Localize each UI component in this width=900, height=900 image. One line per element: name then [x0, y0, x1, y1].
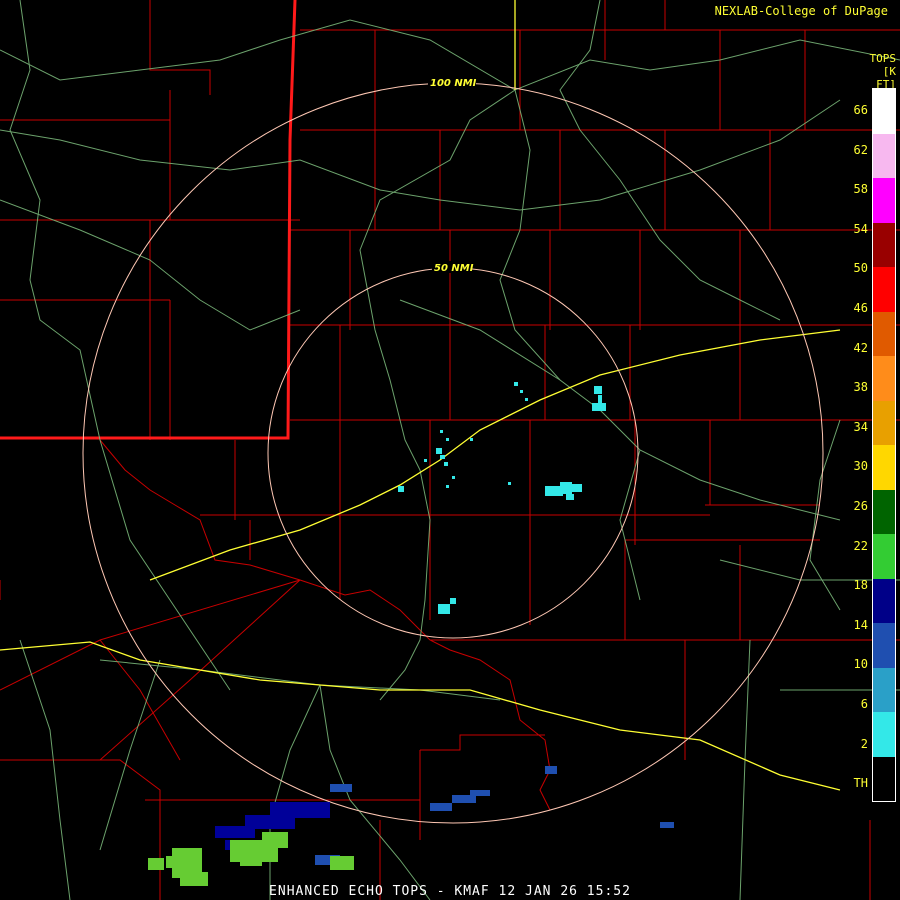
legend-color-bar [872, 88, 896, 802]
legend-swatch [873, 267, 895, 312]
legend-swatch [873, 400, 895, 445]
legend-tick-label: 14 [853, 617, 868, 632]
legend-swatch [873, 133, 895, 178]
product-title: ENHANCED ECHO TOPS - KMAF 12 JAN 26 15:5… [269, 884, 631, 899]
state-boundary [0, 0, 297, 440]
legend-swatch [873, 222, 895, 267]
legend-swatch [873, 311, 895, 356]
legend-tick-label: 46 [853, 301, 868, 315]
legend-tick-label: 10 [853, 657, 868, 672]
range-ring-100nmi-label: 100 NMI [430, 78, 477, 89]
legend-tick-label: TH [853, 776, 868, 791]
legend-tick-label: 30 [853, 459, 868, 474]
legend-tick-label: 38 [853, 380, 868, 395]
legend-tick-label: 50 [853, 261, 868, 276]
range-ring-50nmi [267, 267, 639, 639]
legend-tick-label: 6 [860, 697, 868, 711]
legend-swatch [873, 489, 895, 534]
radar-map: 100 NMI 50 NMI [0, 0, 900, 900]
legend-tick-label: 66 [853, 103, 868, 117]
legend-tick-label: 62 [853, 142, 868, 157]
legend-swatch [873, 178, 895, 223]
legend-swatch [873, 578, 895, 623]
legend-tick-label: 58 [853, 182, 868, 197]
legend-title-line1: TOPS [869, 52, 897, 65]
legend-swatch [873, 356, 895, 401]
echo-returns-blue [315, 766, 674, 865]
legend-tick-label: 34 [853, 419, 868, 434]
legend-swatch [873, 623, 895, 668]
legend-title: TOPS [K FT] [862, 52, 897, 91]
legend-tick-label: 22 [853, 538, 868, 553]
legend-swatch [873, 667, 895, 712]
legend-swatch [873, 712, 895, 757]
legend-swatch [873, 89, 895, 134]
county-boundaries [0, 0, 900, 900]
highways [0, 0, 900, 900]
range-ring-50nmi-label: 50 NMI [434, 263, 474, 274]
legend-tick-label: 26 [853, 499, 868, 513]
legend-swatch [873, 534, 895, 579]
legend-tick-label: 42 [853, 340, 868, 355]
source-credit: NEXLAB-College of DuPage [714, 4, 888, 18]
legend-tick-label: 54 [853, 221, 868, 236]
legend-tick-label: 2 [860, 736, 868, 751]
range-rings [82, 82, 824, 824]
legend-tick-label: 18 [853, 578, 868, 593]
legend-swatch [873, 445, 895, 490]
interstates [0, 0, 841, 791]
range-ring-100nmi [82, 82, 824, 824]
legend-swatch [873, 756, 895, 801]
echo-returns-cyan [398, 382, 606, 614]
